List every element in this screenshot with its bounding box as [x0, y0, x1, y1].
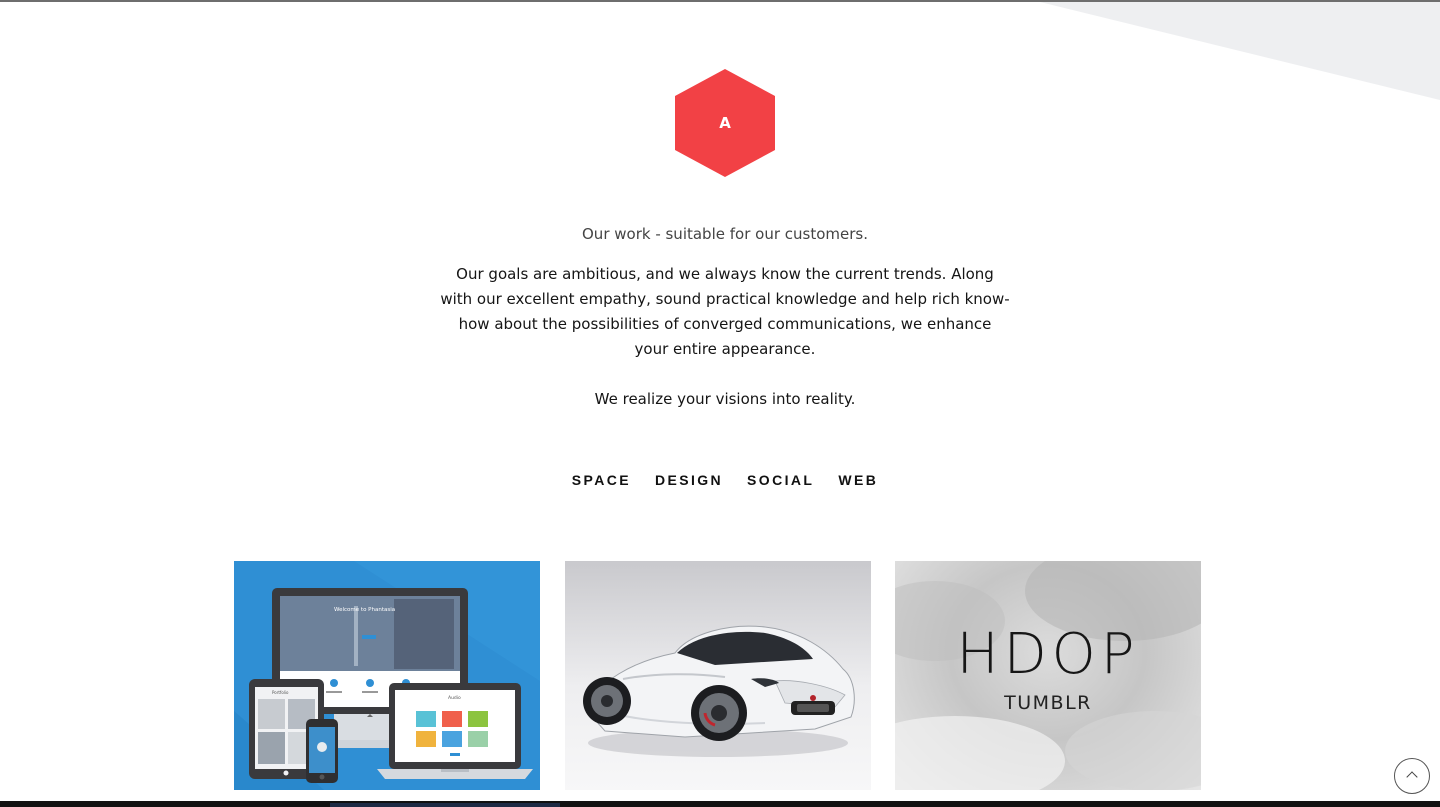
bottom-edge — [0, 801, 1440, 807]
hdop-subtitle: TUMBLR — [1004, 692, 1092, 714]
logo-letter: A — [719, 114, 731, 132]
portfolio-filter-nav: SPACE DESIGN SOCIAL WEB — [560, 469, 890, 491]
svg-text:Audio: Audio — [448, 695, 461, 701]
filter-design[interactable]: DESIGN — [655, 469, 723, 491]
devices-mockup-image: Welcome to Phantasia Portfolio Audio — [234, 561, 540, 790]
portfolio-item-hdop[interactable]: HDOP TUMBLR — [895, 561, 1201, 790]
chevron-up-icon — [1406, 771, 1418, 783]
filter-web[interactable]: WEB — [838, 469, 878, 491]
sports-car-image — [583, 625, 855, 757]
intro-paragraph: Our goals are ambitious, and we always k… — [440, 265, 1010, 358]
svg-text:Portfolio: Portfolio — [272, 690, 289, 695]
svg-text:Welcome to Phantasia: Welcome to Phantasia — [334, 607, 395, 613]
portfolio-item-car[interactable] — [565, 561, 871, 790]
section-headline: Our work - suitable for our customers. — [582, 225, 868, 243]
hdop-title: HDOP — [956, 622, 1140, 687]
bottom-edge-highlight — [330, 803, 560, 807]
filter-space[interactable]: SPACE — [572, 469, 631, 491]
logo[interactable]: A — [674, 69, 776, 177]
portfolio-item-devices[interactable]: Welcome to Phantasia Portfolio Audio — [234, 561, 540, 790]
tagline: We realize your visions into reality. — [594, 390, 856, 408]
filter-social[interactable]: SOCIAL — [747, 469, 814, 491]
corner-decoration — [1040, 2, 1440, 100]
scroll-to-top-button[interactable] — [1394, 758, 1430, 794]
